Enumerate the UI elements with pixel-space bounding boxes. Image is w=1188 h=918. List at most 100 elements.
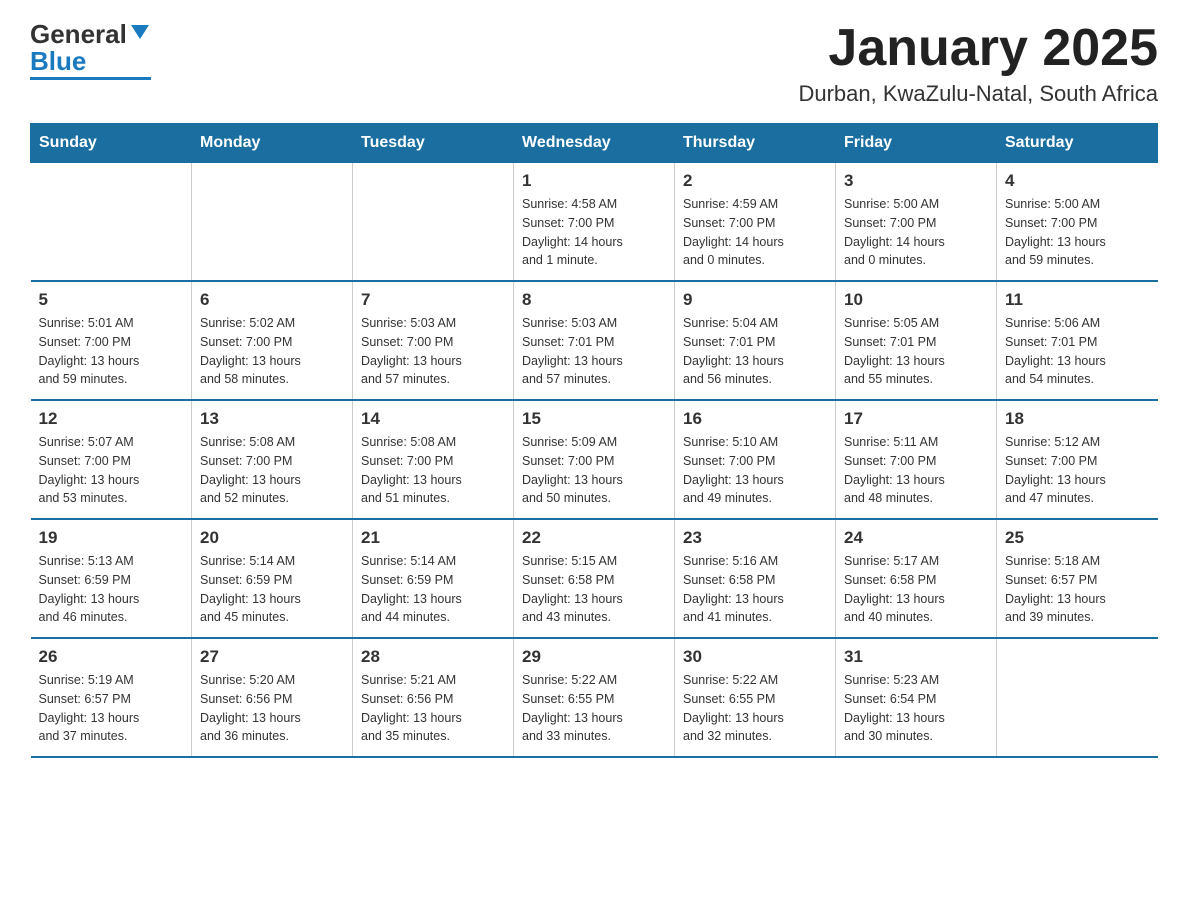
table-row: 21 Sunrise: 5:14 AM Sunset: 6:59 PM Dayli…	[353, 519, 514, 638]
day-number: 16	[683, 409, 827, 429]
day-number: 13	[200, 409, 344, 429]
table-row: 24 Sunrise: 5:17 AM Sunset: 6:58 PM Dayli…	[836, 519, 997, 638]
day-info: Sunrise: 5:17 AM Sunset: 6:58 PM Dayligh…	[844, 552, 988, 627]
day-info: Sunrise: 5:13 AM Sunset: 6:59 PM Dayligh…	[39, 552, 184, 627]
logo: General Blue	[30, 20, 151, 80]
day-info: Sunrise: 4:59 AM Sunset: 7:00 PM Dayligh…	[683, 195, 827, 270]
day-number: 29	[522, 647, 666, 667]
calendar-week-row: 12 Sunrise: 5:07 AM Sunset: 7:00 PM Dayli…	[31, 400, 1158, 519]
day-number: 12	[39, 409, 184, 429]
table-row: 25 Sunrise: 5:18 AM Sunset: 6:57 PM Dayli…	[997, 519, 1158, 638]
day-number: 14	[361, 409, 505, 429]
day-info: Sunrise: 5:03 AM Sunset: 7:00 PM Dayligh…	[361, 314, 505, 389]
day-info: Sunrise: 5:14 AM Sunset: 6:59 PM Dayligh…	[361, 552, 505, 627]
day-number: 5	[39, 290, 184, 310]
day-info: Sunrise: 5:05 AM Sunset: 7:01 PM Dayligh…	[844, 314, 988, 389]
table-row: 19 Sunrise: 5:13 AM Sunset: 6:59 PM Dayli…	[31, 519, 192, 638]
table-row: 29 Sunrise: 5:22 AM Sunset: 6:55 PM Dayli…	[514, 638, 675, 757]
logo-text-blue: Blue	[30, 47, 86, 76]
day-info: Sunrise: 5:18 AM Sunset: 6:57 PM Dayligh…	[1005, 552, 1150, 627]
day-info: Sunrise: 5:06 AM Sunset: 7:01 PM Dayligh…	[1005, 314, 1150, 389]
day-number: 30	[683, 647, 827, 667]
day-info: Sunrise: 5:09 AM Sunset: 7:00 PM Dayligh…	[522, 433, 666, 508]
table-row: 31Sunrise: 5:23 AM Sunset: 6:54 PM Dayli…	[836, 638, 997, 757]
calendar-subtitle: Durban, KwaZulu-Natal, South Africa	[798, 81, 1158, 107]
day-info: Sunrise: 5:16 AM Sunset: 6:58 PM Dayligh…	[683, 552, 827, 627]
day-info: Sunrise: 5:10 AM Sunset: 7:00 PM Dayligh…	[683, 433, 827, 508]
col-saturday: Saturday	[997, 124, 1158, 163]
day-info: Sunrise: 5:03 AM Sunset: 7:01 PM Dayligh…	[522, 314, 666, 389]
day-number: 6	[200, 290, 344, 310]
day-info: Sunrise: 5:11 AM Sunset: 7:00 PM Dayligh…	[844, 433, 988, 508]
table-row	[997, 638, 1158, 757]
day-number: 27	[200, 647, 344, 667]
day-info: Sunrise: 5:19 AM Sunset: 6:57 PM Dayligh…	[39, 671, 184, 746]
day-info: Sunrise: 5:08 AM Sunset: 7:00 PM Dayligh…	[361, 433, 505, 508]
day-info: Sunrise: 5:15 AM Sunset: 6:58 PM Dayligh…	[522, 552, 666, 627]
day-info: Sunrise: 5:00 AM Sunset: 7:00 PM Dayligh…	[844, 195, 988, 270]
table-row: 11 Sunrise: 5:06 AM Sunset: 7:01 PM Dayli…	[997, 281, 1158, 400]
day-info: Sunrise: 5:12 AM Sunset: 7:00 PM Dayligh…	[1005, 433, 1150, 508]
table-row: 3 Sunrise: 5:00 AM Sunset: 7:00 PM Daylig…	[836, 163, 997, 282]
day-number: 18	[1005, 409, 1150, 429]
day-number: 23	[683, 528, 827, 548]
logo-text-general: General	[30, 20, 127, 49]
table-row: 17 Sunrise: 5:11 AM Sunset: 7:00 PM Dayli…	[836, 400, 997, 519]
day-info: Sunrise: 5:14 AM Sunset: 6:59 PM Dayligh…	[200, 552, 344, 627]
calendar-week-row: 19 Sunrise: 5:13 AM Sunset: 6:59 PM Dayli…	[31, 519, 1158, 638]
table-row	[192, 163, 353, 282]
table-row: 28Sunrise: 5:21 AM Sunset: 6:56 PM Dayli…	[353, 638, 514, 757]
col-monday: Monday	[192, 124, 353, 163]
day-number: 7	[361, 290, 505, 310]
day-info: Sunrise: 5:00 AM Sunset: 7:00 PM Dayligh…	[1005, 195, 1150, 270]
table-row: 9Sunrise: 5:04 AM Sunset: 7:01 PM Daylig…	[675, 281, 836, 400]
table-row: 8Sunrise: 5:03 AM Sunset: 7:01 PM Daylig…	[514, 281, 675, 400]
table-row: 20 Sunrise: 5:14 AM Sunset: 6:59 PM Dayli…	[192, 519, 353, 638]
table-row: 4 Sunrise: 5:00 AM Sunset: 7:00 PM Daylig…	[997, 163, 1158, 282]
day-info: Sunrise: 5:07 AM Sunset: 7:00 PM Dayligh…	[39, 433, 184, 508]
table-row: 15 Sunrise: 5:09 AM Sunset: 7:00 PM Dayli…	[514, 400, 675, 519]
calendar-title: January 2025	[798, 20, 1158, 77]
day-number: 15	[522, 409, 666, 429]
col-friday: Friday	[836, 124, 997, 163]
day-number: 11	[1005, 290, 1150, 310]
day-number: 31	[844, 647, 988, 667]
table-row: 1 Sunrise: 4:58 AM Sunset: 7:00 PM Daylig…	[514, 163, 675, 282]
table-row: 30Sunrise: 5:22 AM Sunset: 6:55 PM Dayli…	[675, 638, 836, 757]
table-row: 10 Sunrise: 5:05 AM Sunset: 7:01 PM Dayli…	[836, 281, 997, 400]
day-number: 1	[522, 171, 666, 191]
day-number: 17	[844, 409, 988, 429]
day-number: 25	[1005, 528, 1150, 548]
col-thursday: Thursday	[675, 124, 836, 163]
table-row: 14 Sunrise: 5:08 AM Sunset: 7:00 PM Dayli…	[353, 400, 514, 519]
calendar-week-row: 1 Sunrise: 4:58 AM Sunset: 7:00 PM Daylig…	[31, 163, 1158, 282]
day-info: Sunrise: 5:04 AM Sunset: 7:01 PM Dayligh…	[683, 314, 827, 389]
day-number: 3	[844, 171, 988, 191]
table-row: 12 Sunrise: 5:07 AM Sunset: 7:00 PM Dayli…	[31, 400, 192, 519]
col-tuesday: Tuesday	[353, 124, 514, 163]
table-row	[353, 163, 514, 282]
table-row: 26 Sunrise: 5:19 AM Sunset: 6:57 PM Dayli…	[31, 638, 192, 757]
day-number: 24	[844, 528, 988, 548]
table-row: 7 Sunrise: 5:03 AM Sunset: 7:00 PM Daylig…	[353, 281, 514, 400]
day-info: Sunrise: 5:01 AM Sunset: 7:00 PM Dayligh…	[39, 314, 184, 389]
day-number: 19	[39, 528, 184, 548]
day-info: Sunrise: 5:22 AM Sunset: 6:55 PM Dayligh…	[522, 671, 666, 746]
day-number: 26	[39, 647, 184, 667]
day-number: 21	[361, 528, 505, 548]
day-number: 20	[200, 528, 344, 548]
table-row	[31, 163, 192, 282]
day-info: Sunrise: 5:08 AM Sunset: 7:00 PM Dayligh…	[200, 433, 344, 508]
calendar-table: Sunday Monday Tuesday Wednesday Thursday…	[30, 123, 1158, 758]
table-row: 13 Sunrise: 5:08 AM Sunset: 7:00 PM Dayli…	[192, 400, 353, 519]
calendar-week-row: 26 Sunrise: 5:19 AM Sunset: 6:57 PM Dayli…	[31, 638, 1158, 757]
page-header: General Blue January 2025 Durban, KwaZul…	[30, 20, 1158, 107]
day-number: 4	[1005, 171, 1150, 191]
day-number: 10	[844, 290, 988, 310]
col-sunday: Sunday	[31, 124, 192, 163]
table-row: 23 Sunrise: 5:16 AM Sunset: 6:58 PM Dayli…	[675, 519, 836, 638]
table-row: 22Sunrise: 5:15 AM Sunset: 6:58 PM Dayli…	[514, 519, 675, 638]
table-row: 6Sunrise: 5:02 AM Sunset: 7:00 PM Daylig…	[192, 281, 353, 400]
table-row: 5 Sunrise: 5:01 AM Sunset: 7:00 PM Daylig…	[31, 281, 192, 400]
day-info: Sunrise: 4:58 AM Sunset: 7:00 PM Dayligh…	[522, 195, 666, 270]
